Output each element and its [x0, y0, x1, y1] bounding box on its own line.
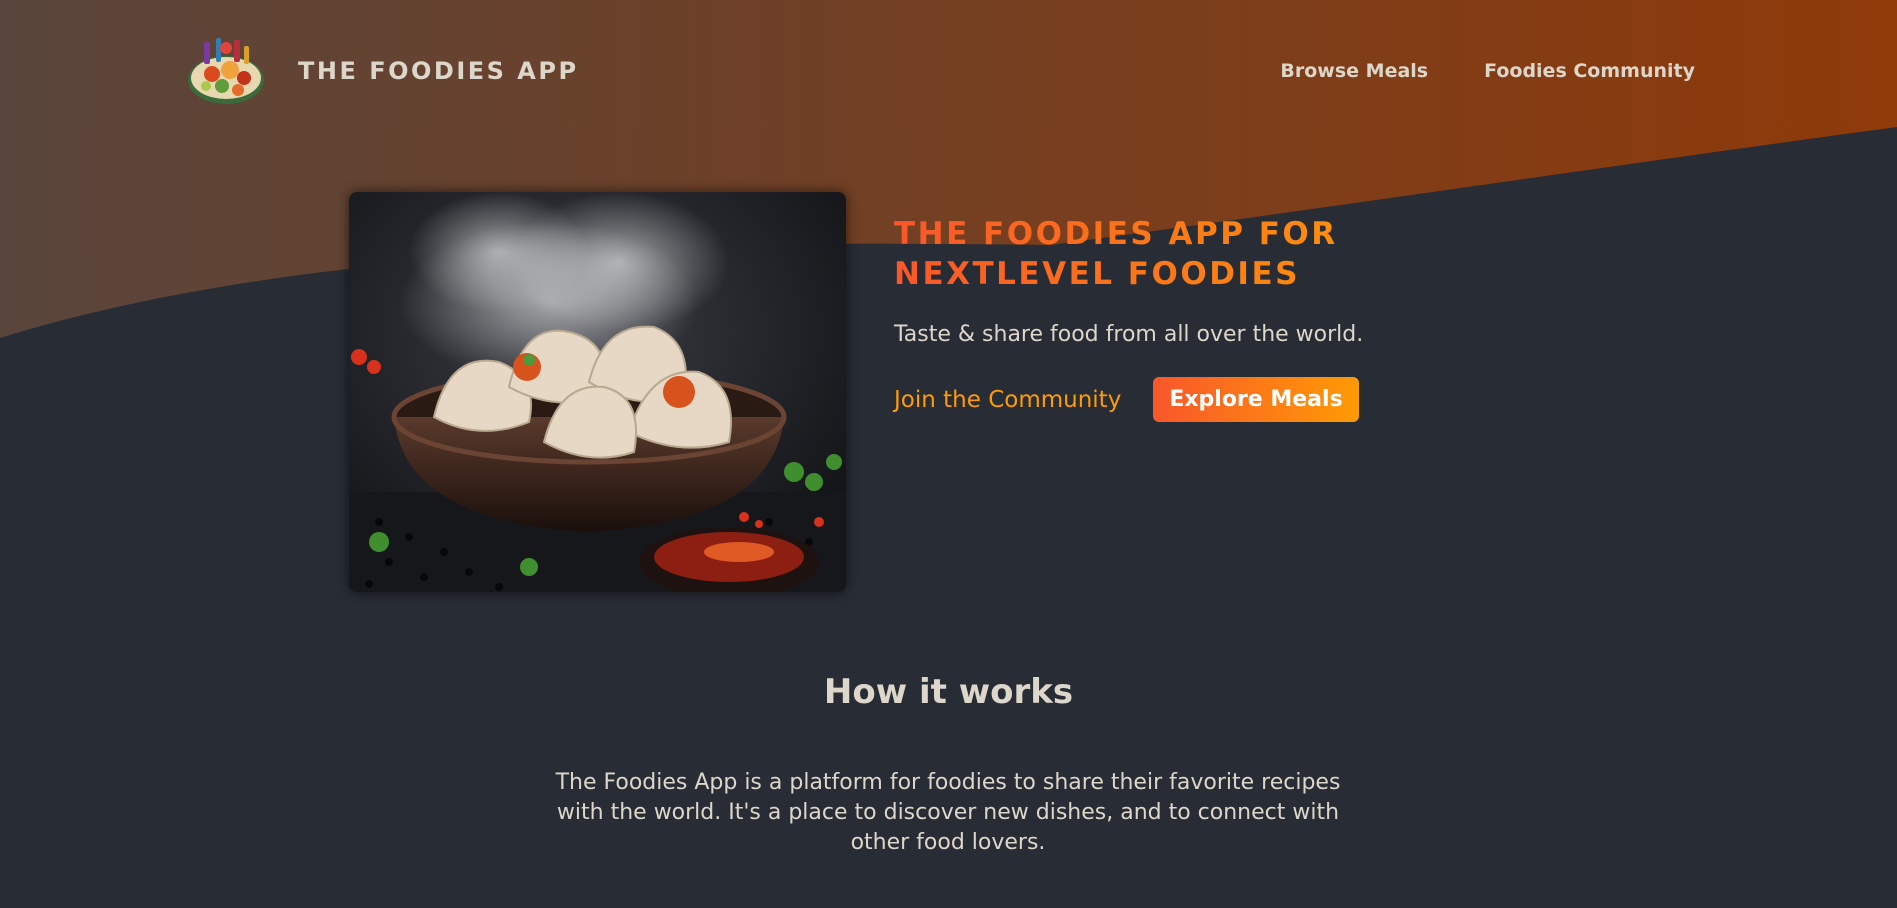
- how-it-works-text: The Foodies App is a platform for foodie…: [555, 770, 1341, 855]
- how-it-works-title: How it works: [823, 672, 1074, 712]
- hero-title: THE FOODIES APP FOR NEXTLEVEL FOODIES: [894, 214, 1454, 294]
- explore-meals-button[interactable]: Explore Meals: [1153, 377, 1359, 422]
- hero-image-slideshow: [349, 192, 846, 592]
- dumplings-photo-icon: [349, 192, 846, 592]
- main-header: THE FOODIES APP Browse Meals Foodies Com…: [0, 0, 1897, 145]
- hero-text-block: THE FOODIES APP FOR NEXTLEVEL FOODIES Ta…: [894, 214, 1454, 422]
- main-nav: Browse Meals Foodies Community: [1280, 60, 1695, 82]
- join-community-link[interactable]: Join the Community: [894, 387, 1121, 413]
- app-title: THE FOODIES APP: [298, 57, 579, 85]
- nav-link-foodies-community[interactable]: Foodies Community: [1484, 60, 1695, 82]
- hero-subtitle: Taste & share food from all over the wor…: [894, 322, 1364, 347]
- nav-link-browse-meals[interactable]: Browse Meals: [1280, 60, 1428, 82]
- hero-cta-group: Join the Community Explore Meals: [894, 377, 1454, 422]
- logo-link[interactable]: THE FOODIES APP: [186, 34, 579, 108]
- food-plate-logo-icon: [188, 38, 264, 104]
